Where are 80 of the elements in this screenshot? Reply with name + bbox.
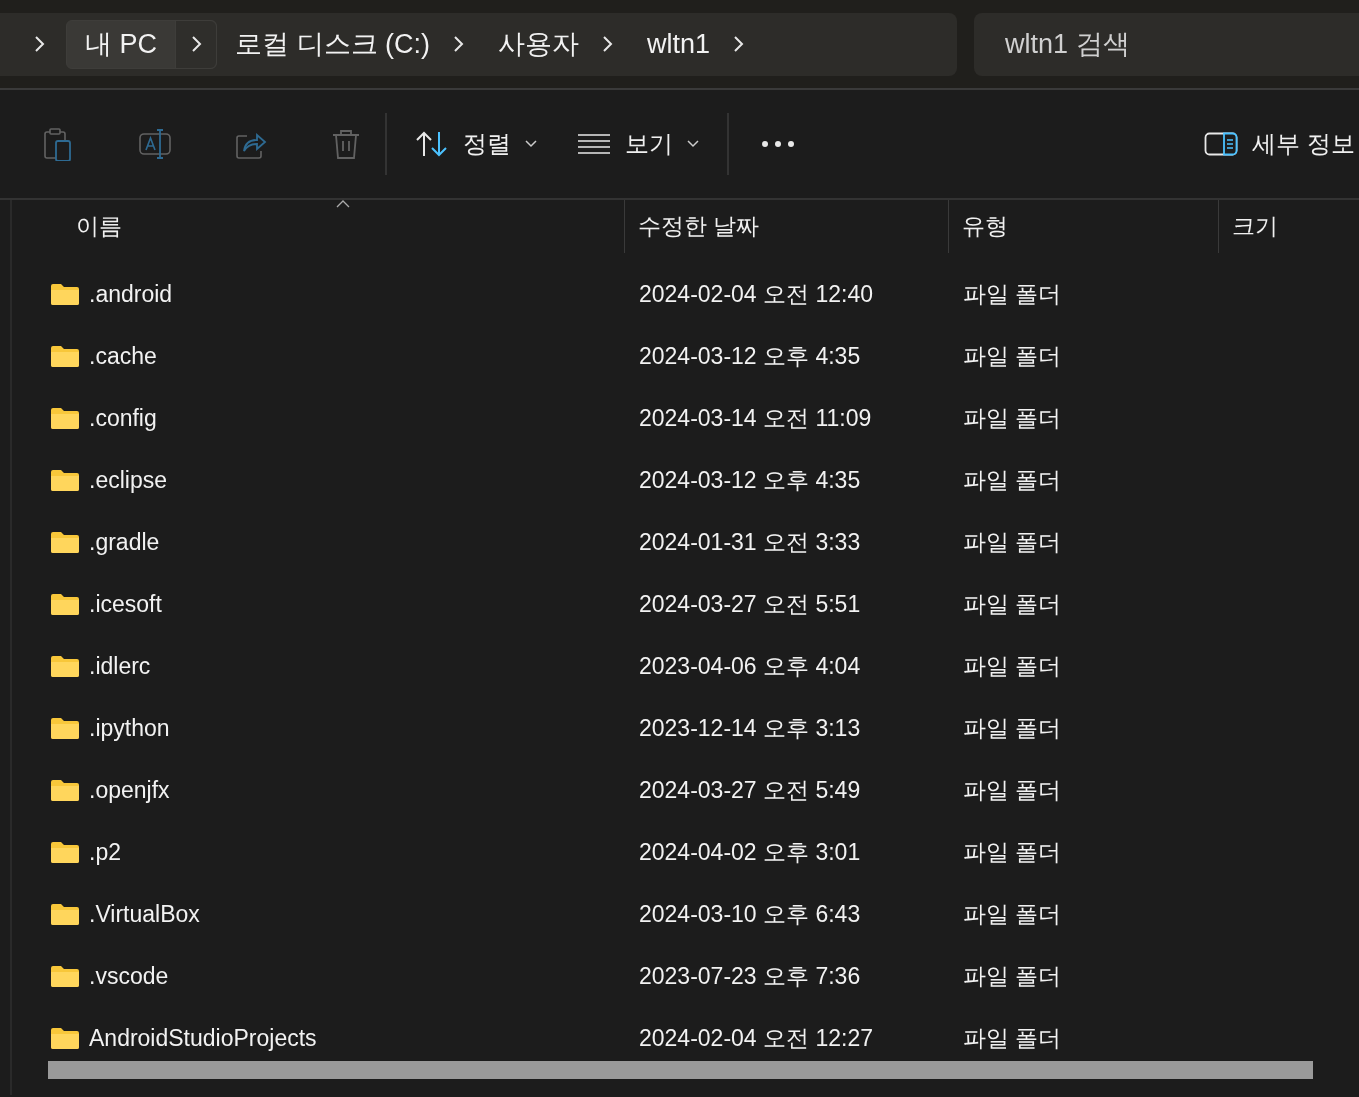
breadcrumb-item[interactable]: 내 PC: [66, 19, 217, 69]
file-name[interactable]: .openjfx: [89, 776, 170, 804]
file-name[interactable]: .eclipse: [89, 466, 167, 494]
file-type: 파일 폴더: [963, 279, 1062, 309]
folder-icon: [50, 964, 80, 988]
file-name[interactable]: .cache: [89, 342, 157, 370]
file-name[interactable]: .ipython: [89, 714, 170, 742]
file-type: 파일 폴더: [963, 899, 1062, 929]
breadcrumb-item[interactable]: 로컬 디스크 (C:): [223, 26, 430, 62]
modified-date: 2023-12-14 오후 3:13: [639, 713, 861, 743]
chevron-right-icon: [732, 35, 745, 53]
file-name[interactable]: AndroidStudioProjects: [89, 1024, 317, 1052]
breadcrumb-item[interactable]: wltn1: [635, 28, 711, 60]
more-dots-icon: [761, 140, 795, 148]
column-header[interactable]: 이름: [12, 200, 625, 253]
folder-icon: [50, 654, 80, 678]
sort-caret-icon: [336, 200, 351, 208]
modified-date: 2024-03-12 오후 4:35: [639, 341, 861, 371]
folder-icon: [50, 282, 80, 306]
breadcrumb-item[interactable]: 사용자: [486, 26, 579, 62]
modified-date: 2024-03-14 오전 11:09: [639, 403, 872, 433]
column-header[interactable]: 유형: [949, 200, 1219, 253]
file-name[interactable]: .config: [89, 404, 157, 432]
folder-icon: [50, 592, 80, 616]
list-lines-icon: [577, 133, 611, 155]
folder-icon: [50, 530, 80, 554]
dropdown-caret-icon: [687, 140, 699, 148]
modified-date: 2023-07-23 오후 7:36: [639, 961, 861, 991]
modified-date: 2024-01-31 오전 3:33: [639, 527, 861, 557]
details-pane-icon: [1204, 132, 1239, 156]
file-name[interactable]: .android: [89, 280, 173, 308]
file-type: 파일 폴더: [963, 341, 1062, 371]
sort-button[interactable]: 정렬: [401, 120, 551, 168]
modified-date: 2024-04-02 오후 3:01: [639, 837, 861, 867]
file-type: 파일 폴더: [963, 527, 1062, 557]
modified-date: 2023-04-06 오후 4:04: [639, 651, 861, 681]
file-name[interactable]: .p2: [89, 838, 121, 866]
file-type: 파일 폴더: [963, 775, 1062, 805]
file-name[interactable]: .idlerc: [89, 652, 151, 680]
rename-icon: [138, 127, 172, 161]
folder-icon: [50, 840, 80, 864]
modified-date: 2024-02-04 오전 12:40: [639, 279, 873, 309]
sort-arrows-icon: [415, 130, 449, 158]
dropdown-caret-icon: [525, 140, 537, 148]
modified-date: 2024-03-27 오전 5:51: [639, 589, 861, 619]
chevron-right-icon: [33, 35, 45, 53]
chevron-right-icon: [452, 35, 464, 53]
file-type: 파일 폴더: [963, 837, 1062, 867]
file-type: 파일 폴더: [963, 961, 1062, 991]
modified-date: 2024-03-12 오후 4:35: [639, 465, 861, 495]
search-field[interactable]: wltn1 검색: [974, 12, 1359, 76]
file-name[interactable]: .icesoft: [89, 590, 162, 618]
chevron-right-icon: [190, 35, 202, 53]
folder-icon: [50, 406, 80, 430]
folder-icon: [50, 902, 80, 926]
horizontal-scrollbar[interactable]: [48, 1061, 1313, 1079]
modified-date: 2024-02-04 오전 12:27: [639, 1023, 873, 1053]
modified-date: 2024-03-27 오전 5:49: [639, 775, 861, 805]
file-name[interactable]: .VirtualBox: [89, 900, 200, 928]
file-type: 파일 폴더: [963, 589, 1062, 619]
folder-icon: [50, 1026, 80, 1050]
file-type: 파일 폴더: [963, 403, 1062, 433]
file-type: 파일 폴더: [963, 1023, 1062, 1053]
details-pane-button[interactable]: 세부 정보: [1190, 120, 1359, 168]
file-type: 파일 폴더: [963, 713, 1062, 743]
file-name[interactable]: .vscode: [89, 962, 169, 990]
folder-icon: [50, 716, 80, 740]
column-header[interactable]: 크기: [1219, 200, 1359, 253]
folder-icon: [50, 468, 80, 492]
column-header[interactable]: 수정한 날짜: [625, 200, 949, 253]
address-bar[interactable]: 내 PC 로컬 디스크 (C:) 사용자 wltn1: [0, 12, 957, 76]
folder-icon: [50, 778, 80, 802]
modified-date: 2024-03-10 오후 6:43: [639, 899, 861, 929]
view-button[interactable]: 보기: [563, 120, 713, 168]
file-type: 파일 폴더: [963, 465, 1062, 495]
file-name[interactable]: .gradle: [89, 528, 160, 556]
breadcrumb-label[interactable]: 내 PC: [67, 20, 175, 68]
folder-icon: [50, 344, 80, 368]
chevron-right-icon: [601, 35, 613, 53]
file-type: 파일 폴더: [963, 651, 1062, 681]
